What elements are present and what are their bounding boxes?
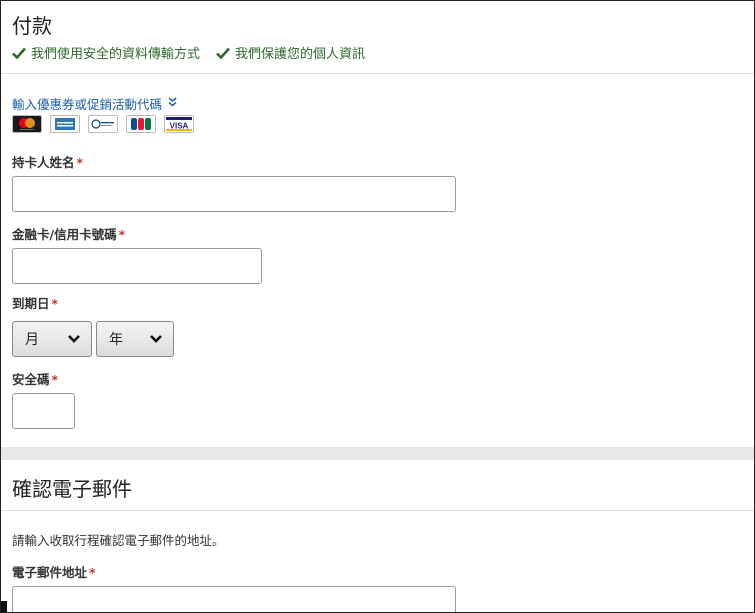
required-mark: *	[76, 155, 84, 170]
cursor-marker	[1, 601, 7, 612]
divider	[1, 73, 754, 74]
confirm-email-title: 確認電子郵件	[12, 477, 132, 501]
divider	[1, 510, 754, 511]
secure-privacy-text: 我們保護您的個人資訊	[235, 47, 366, 62]
required-mark: *	[118, 227, 126, 242]
expiry-month-select[interactable]: 月	[12, 321, 92, 357]
chevron-down-icon	[150, 335, 162, 343]
expiry-month-value: 月	[25, 332, 39, 348]
secure-info-row: 我們使用安全的資料傳輸方式 我們保護您的個人資訊	[12, 43, 381, 62]
card-number-label: 金融卡/信用卡號碼 *	[12, 227, 126, 242]
visa-icon: VISA	[164, 115, 194, 133]
expiry-year-value: 年	[109, 332, 123, 348]
section-separator	[1, 447, 754, 460]
card-number-input[interactable]	[12, 248, 262, 284]
promo-code-link[interactable]: 輸入優惠券或促銷活動代碼	[12, 94, 177, 113]
required-mark: *	[51, 296, 59, 311]
check-icon	[12, 47, 26, 59]
jcb-icon	[126, 115, 156, 133]
diners-club-icon	[88, 115, 118, 133]
confirm-email-hint: 請輸入收取行程確認電子郵件的地址。	[12, 533, 225, 548]
promo-code-label: 輸入優惠券或促銷活動代碼	[12, 97, 163, 112]
security-code-label: 安全碼 *	[12, 372, 59, 387]
cardholder-name-input[interactable]	[12, 176, 456, 212]
double-chevron-down-icon	[168, 97, 177, 110]
amex-icon	[50, 115, 80, 133]
expiry-date-label: 到期日 *	[12, 296, 59, 311]
expiry-year-select[interactable]: 年	[96, 321, 174, 357]
email-address-input[interactable]	[12, 586, 456, 612]
payment-title: 付款	[12, 14, 52, 38]
page-frame: 付款 我們使用安全的資料傳輸方式 我們保護您的個人資訊 輸入優惠券或促銷活動代碼	[0, 0, 755, 613]
email-address-label: 電子郵件地址 *	[12, 565, 96, 580]
security-code-input[interactable]	[12, 393, 75, 429]
cardholder-name-label: 持卡人姓名 *	[12, 155, 84, 170]
secure-transfer-text: 我們使用安全的資料傳輸方式	[31, 47, 201, 62]
secure-item-privacy: 我們保護您的個人資訊	[216, 43, 365, 62]
chevron-down-icon	[68, 335, 80, 343]
mastercard-icon	[12, 115, 42, 133]
check-icon	[216, 47, 230, 59]
required-mark: *	[51, 372, 59, 387]
secure-item-transfer: 我們使用安全的資料傳輸方式	[12, 43, 200, 62]
accepted-cards: VISA	[12, 115, 202, 133]
required-mark: *	[89, 565, 96, 580]
